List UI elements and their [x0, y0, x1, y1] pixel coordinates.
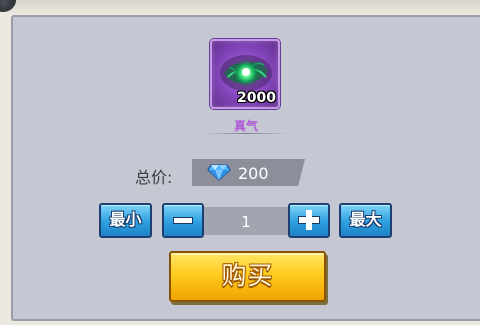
max-quantity-button[interactable]: 最大	[339, 203, 392, 238]
divider	[203, 133, 289, 134]
quantity-input[interactable]: 1	[204, 207, 288, 235]
item-count: 2000	[237, 90, 276, 106]
total-price-label: 总价:	[135, 168, 173, 187]
item-slot[interactable]: 2000	[210, 39, 280, 109]
minus-icon	[174, 218, 192, 223]
total-price-value: 200	[238, 164, 269, 183]
decrease-quantity-button[interactable]	[162, 203, 204, 238]
window-top-edge	[0, 0, 480, 14]
min-quantity-button[interactable]: 最小	[99, 203, 152, 238]
diamond-icon	[207, 164, 231, 181]
increase-quantity-button[interactable]	[288, 203, 330, 238]
buy-button[interactable]: 购买	[169, 251, 326, 302]
item-name: 真气	[233, 119, 258, 133]
